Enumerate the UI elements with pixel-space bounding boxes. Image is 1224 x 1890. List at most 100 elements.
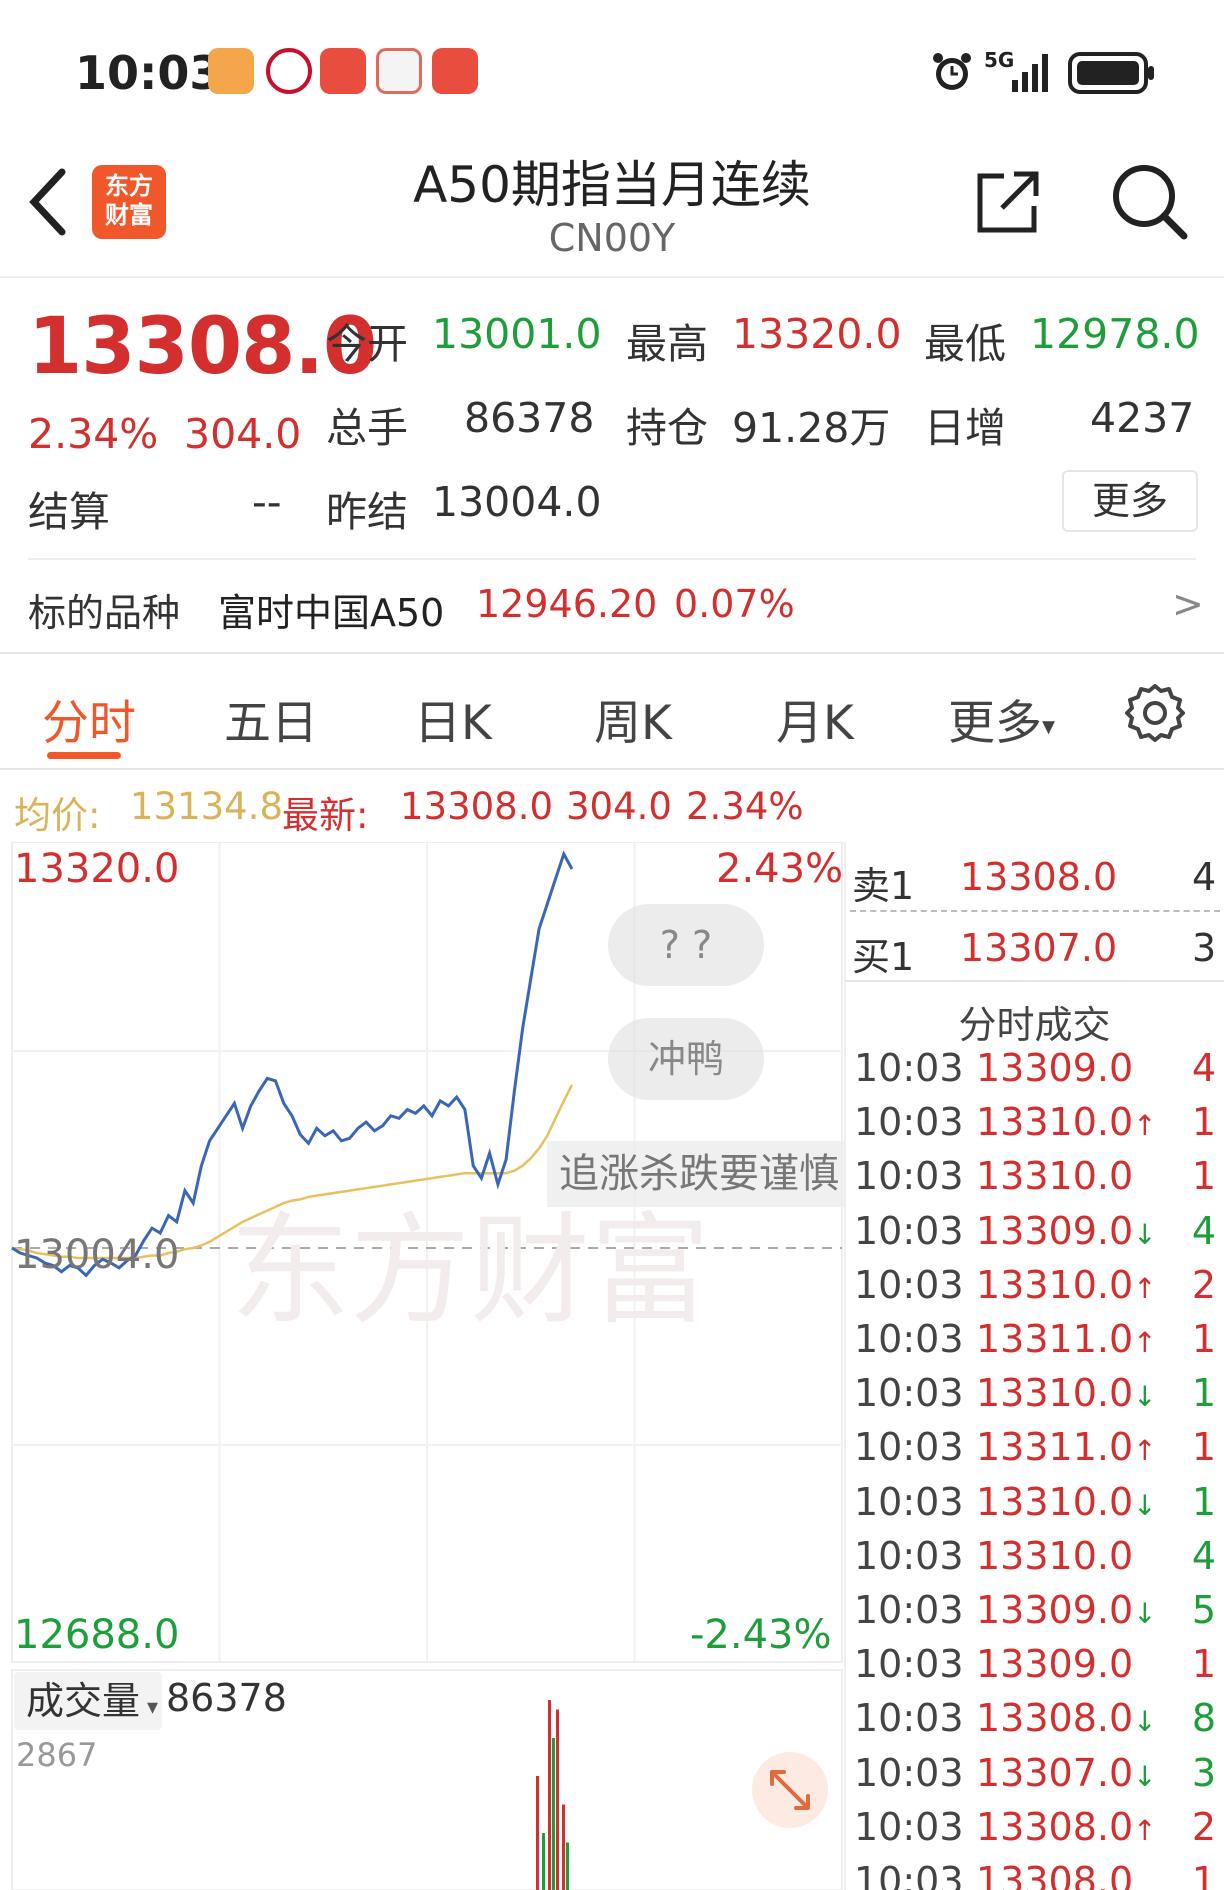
low-label: 最低 (924, 320, 1006, 368)
volume-indicator-select[interactable]: 成交量 ▾ (14, 1672, 162, 1730)
trade-volume: 8 (1191, 1696, 1216, 1741)
trade-volume: 1 (1191, 1154, 1216, 1199)
intraday-chart[interactable]: 东方财富 (0, 842, 846, 1890)
tab-more-label: 更多 (948, 696, 1042, 751)
high-value: 13320.0 (732, 310, 902, 358)
trade-row: 10:03 13310.0↑ 1 (854, 1100, 1220, 1154)
buy1-price: 13307.0 (960, 926, 1118, 970)
tab-monthly-k[interactable]: 月K (776, 684, 854, 753)
trade-row: 10:03 13307.0↓ 3 (854, 1751, 1220, 1805)
buy1-label: 买1 (852, 935, 915, 979)
trade-price: 13310.0↓ (976, 1371, 1157, 1416)
arrow-down-icon: ↓ (1133, 1759, 1157, 1793)
change-pct: 2.34% (28, 410, 159, 458)
app-notification-icon (208, 48, 254, 94)
arrow-up-icon: ↑ (1133, 1326, 1157, 1359)
search-icon[interactable] (1108, 160, 1188, 240)
bank-notification-icon (266, 48, 312, 94)
trade-row: 10:03 13309.0 4 (854, 1046, 1220, 1100)
tab-intraday[interactable]: 分时 (42, 684, 136, 753)
expand-icon[interactable] (752, 1752, 828, 1828)
tab-more[interactable]: 更多▾ (948, 684, 1055, 753)
trade-volume: 1 (1191, 1642, 1216, 1687)
trade-time: 10:03 (854, 1696, 964, 1741)
risk-warning-banner: 追涨杀跌要谨慎 (547, 1141, 846, 1207)
trade-volume: 3 (1191, 1750, 1216, 1795)
trade-price: 13310.0 (976, 1533, 1134, 1578)
underlying-price: 12946.20 (476, 582, 658, 626)
tab-five-day[interactable]: 五日 (224, 684, 318, 753)
trade-time: 10:03 (854, 1371, 964, 1416)
trade-volume: 1 (1191, 1859, 1216, 1890)
low-value: 12978.0 (1030, 310, 1200, 358)
trade-price: 13309.0 (976, 1046, 1134, 1090)
trade-price: 13308.0 (976, 1859, 1134, 1890)
trade-price: 13310.0↑ (976, 1100, 1157, 1145)
trade-volume: 1 (1191, 1479, 1216, 1524)
trade-row: 10:03 13310.0 1 (854, 1154, 1220, 1208)
trade-time: 10:03 (854, 1317, 964, 1361)
open-value: 13001.0 (432, 310, 602, 358)
tab-daily-k[interactable]: 日K (414, 684, 492, 753)
trade-row: 10:03 13311.0↑ 1 (854, 1425, 1220, 1479)
trade-volume: 2 (1191, 1804, 1216, 1849)
tab-weekly-k[interactable]: 周K (594, 684, 672, 753)
arrow-down-icon: ↓ (1133, 1217, 1157, 1251)
trade-volume: 4 (1191, 1046, 1216, 1090)
arrow-down-icon: ↓ (1133, 1597, 1157, 1630)
trade-time: 10:03 (854, 1262, 964, 1307)
chart-top-pct: 2.43% (716, 846, 844, 892)
emoji-pill-2[interactable]: 冲鸭 (608, 1018, 764, 1100)
trade-row: 10:03 13308.0 1 (854, 1859, 1220, 1890)
latest-label: 最新: (282, 794, 369, 837)
avg-label: 均价: (14, 794, 101, 837)
volume-bar (552, 1738, 555, 1890)
open-label: 今开 (326, 320, 408, 368)
sell1-label: 卖1 (852, 864, 915, 908)
trade-row: 10:03 13309.0↓ 4 (854, 1209, 1220, 1263)
underlying-label: 标的品种 (28, 591, 181, 635)
trade-price: 13307.0↓ (976, 1750, 1157, 1795)
trade-time: 10:03 (854, 1859, 964, 1890)
arrow-down-icon: ↓ (1133, 1705, 1157, 1739)
header-divider (0, 276, 1224, 278)
change-value: 304.0 (184, 410, 302, 458)
trade-price: 13311.0↑ (976, 1425, 1157, 1470)
trade-price: 13309.0↓ (976, 1588, 1157, 1632)
latest-value: 13308.0 (400, 785, 554, 828)
more-button[interactable]: 更多 (1062, 470, 1198, 532)
alarm-icon (933, 53, 971, 90)
trade-time: 10:03 (854, 1533, 964, 1578)
trade-volume: 4 (1191, 1208, 1216, 1253)
sell1-price: 13308.0 (960, 855, 1118, 899)
watermark-text: 东方财富 (230, 1204, 710, 1338)
trade-time: 10:03 (854, 1100, 964, 1145)
active-tab-indicator (47, 752, 121, 759)
settings-icon[interactable] (1124, 682, 1186, 744)
volume-max-label: 2867 (16, 1736, 98, 1774)
volume-bars (536, 1700, 569, 1890)
trade-time: 10:03 (854, 1208, 964, 1253)
sell1-volume: 4 (1192, 855, 1217, 899)
arrow-up-icon: ↑ (1133, 1271, 1157, 1305)
arrow-down-icon: ↓ (1133, 1488, 1157, 1522)
share-icon[interactable] (974, 168, 1042, 236)
trade-volume: 2 (1191, 1262, 1216, 1307)
dropdown-caret-icon: ▾ (1042, 711, 1056, 742)
calendar-notification-icon (376, 48, 422, 94)
trade-time: 10:03 (854, 1750, 964, 1795)
trade-time: 10:03 (854, 1588, 964, 1632)
trade-price: 13311.0↑ (976, 1317, 1157, 1361)
underlying-arrow-icon[interactable]: > (1172, 582, 1204, 626)
emoji-pill-1[interactable]: ? ? (608, 904, 764, 986)
quote-divider (28, 558, 1196, 560)
trade-row: 10:03 13310.0↓ 1 (854, 1371, 1220, 1425)
trade-price: 13309.0 (976, 1642, 1134, 1687)
trade-time: 10:03 (854, 1804, 964, 1849)
prev-settle-label: 昨结 (326, 488, 408, 536)
trade-row: 10:03 13309.0↓ 5 (854, 1588, 1220, 1642)
section-divider (0, 652, 1224, 654)
volume-label: 成交量 (26, 1679, 141, 1723)
trade-row: 10:03 13311.0↑ 1 (854, 1317, 1220, 1371)
underlying-name[interactable]: 富时中国A50 (218, 582, 444, 637)
